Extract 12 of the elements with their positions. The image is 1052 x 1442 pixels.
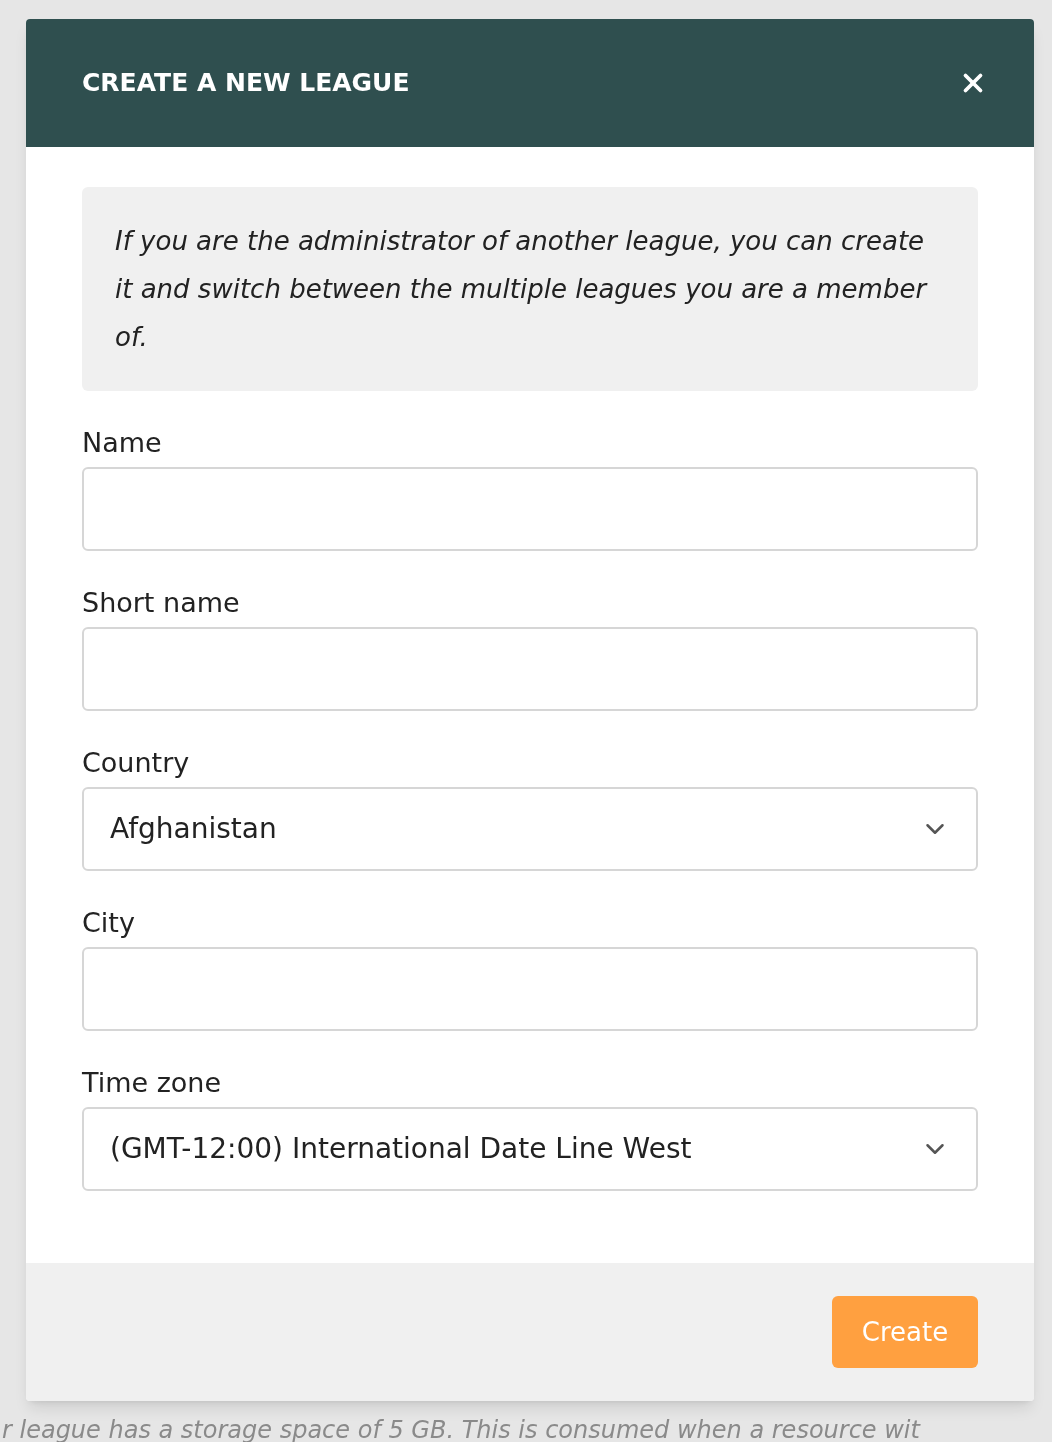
- select-field[interactable]: (GMT-12:00) International Date Line West: [82, 1107, 978, 1191]
- field-label: Time zone: [82, 1067, 223, 1099]
- field-label: Short name: [82, 587, 241, 619]
- dialog-title: CREATE A NEW LEAGUE: [82, 67, 410, 100]
- field-label: City: [82, 907, 136, 939]
- input-field[interactable]: [82, 467, 978, 551]
- input-field[interactable]: [82, 627, 978, 711]
- field-label: Country: [82, 747, 191, 779]
- info-text: If you are the administrator of another league, you can create it and switch between the multiple leagues you are a member of.: [115, 225, 929, 354]
- field-label: Name: [82, 427, 163, 459]
- select-field[interactable]: Afghanistan: [82, 787, 978, 871]
- input-field[interactable]: [82, 947, 978, 1031]
